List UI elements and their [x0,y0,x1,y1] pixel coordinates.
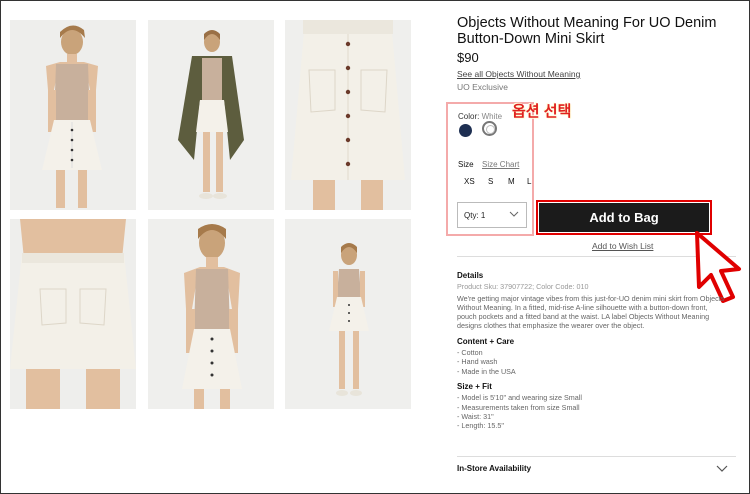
color-label: Color: White [458,112,502,121]
list-item: - Length: 15.5" [457,421,504,431]
list-item: - Cotton [457,348,483,358]
list-item: - Hand wash [457,357,498,367]
size-fit-title: Size + Fit [457,381,492,391]
content-care-section: Content + Care - Cotton - Hand wash - Ma… [457,337,727,376]
product-title: Objects Without Meaning For UO Denim But… [457,15,717,47]
option-select-annotation: 옵션 선택 [512,103,572,120]
size-chart-link[interactable]: Size Chart [482,160,519,169]
product-info: Objects Without Meaning For UO Denim But… [457,15,737,92]
chevron-down-icon [508,208,520,222]
list-item: - Measurements taken from size Small [457,402,580,412]
size-m[interactable]: M [508,177,515,186]
list-item: - Model is 5'10" and wearing size Small [457,393,582,403]
quantity-label: Qty: 1 [464,211,486,220]
details-title: Details [457,271,484,280]
list-item: - Waist: 31" [457,411,494,421]
size-label: Size [458,160,474,169]
product-price: $90 [457,50,479,65]
size-xs[interactable]: XS [464,177,475,186]
product-description: We're getting major vintage vibes from t… [457,293,725,331]
brand-link[interactable]: See all Objects Without Meaning [457,69,737,79]
chevron-down-icon [715,461,729,477]
add-to-wishlist-link[interactable]: Add to Wish List [592,241,653,251]
product-photo-front-close[interactable] [148,219,274,409]
swatch-white[interactable] [482,121,497,136]
availability-label: In-Store Availability [457,464,532,473]
product-photo-coat[interactable] [148,20,274,210]
product-photo-front[interactable] [10,20,136,210]
color-value: White [481,112,503,121]
content-care-title: Content + Care [457,336,515,346]
swatch-navy[interactable] [459,124,472,137]
size-l[interactable]: L [527,177,531,186]
list-item: - Made in the USA [457,366,516,376]
quantity-select[interactable]: Qty: 1 [457,202,527,228]
exclusive-badge: UO Exclusive [457,82,509,92]
in-store-availability-toggle[interactable]: In-Store Availability [457,464,729,473]
color-label-text: Color: [458,112,480,121]
product-photo-back[interactable] [10,219,136,409]
product-photo-full[interactable] [285,219,411,409]
product-photo-closeup[interactable] [285,20,411,210]
product-gallery [10,20,414,412]
details-section: Details Product Sku: 37907722; Color Cod… [457,271,727,430]
size-s[interactable]: S [488,177,493,186]
product-sku: Product Sku: 37907722; Color Code: 010 [457,282,589,292]
divider-bottom [457,456,736,457]
size-fit-section: Size + Fit - Model is 5'10" and wearing … [457,382,727,430]
